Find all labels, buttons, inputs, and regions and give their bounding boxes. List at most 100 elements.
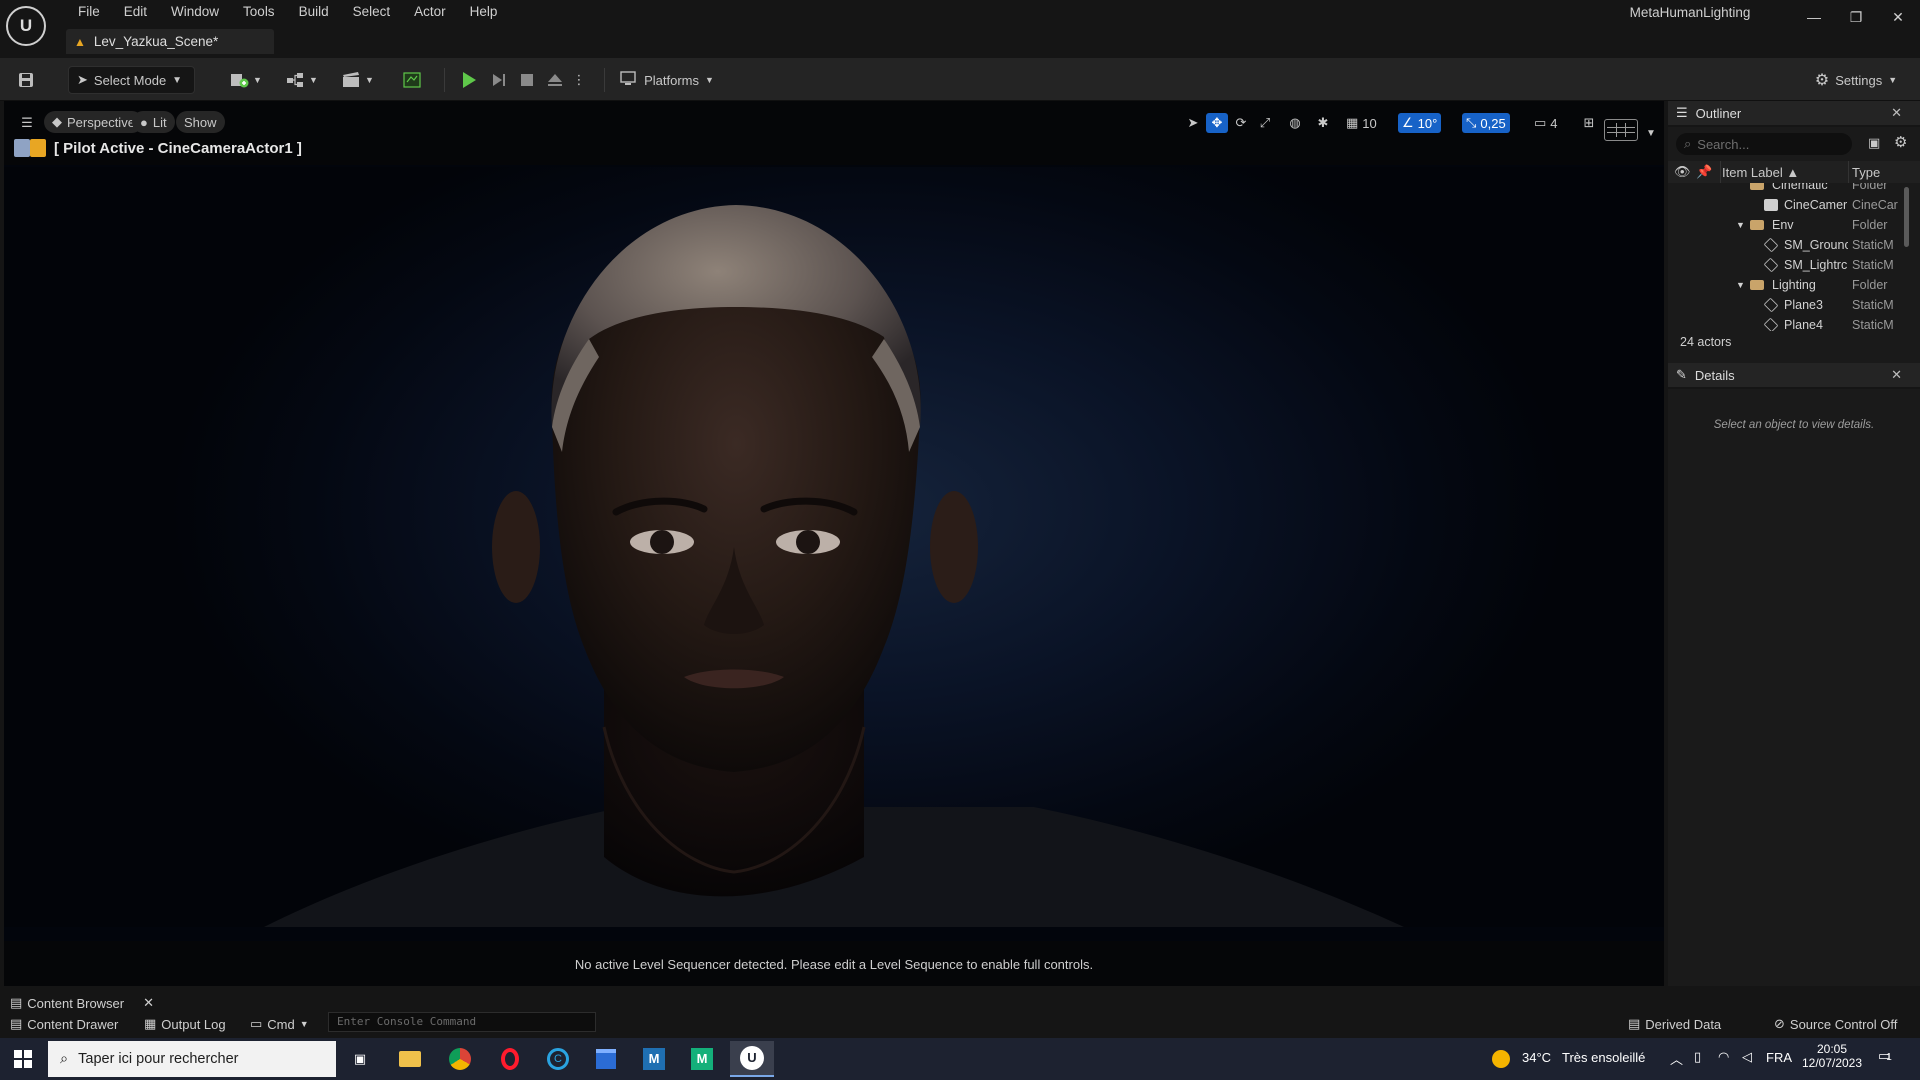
taskbar-search-input[interactable]: ⌕ Taper ici pour rechercher [48, 1041, 336, 1077]
tree-row[interactable]: ▼ Env Folder [1668, 215, 1920, 235]
show-dropdown[interactable]: Show [176, 111, 225, 133]
viewport-options-menu-icon[interactable]: ☰ [16, 113, 38, 133]
viewport-render[interactable] [4, 167, 1664, 927]
select-mode-label: Select Mode [93, 72, 167, 88]
outliner-search-input[interactable]: ⌕ Search... [1676, 133, 1852, 155]
output-log-button[interactable]: ▦ Output Log [144, 1016, 226, 1032]
menu-actor[interactable]: Actor [402, 2, 458, 22]
grid-snap-toggle[interactable]: ▦ 10 [1342, 113, 1381, 133]
unreal-logo[interactable]: U [6, 6, 46, 46]
file-explorer-icon[interactable] [388, 1041, 432, 1077]
right-panel: ☰ Outliner ✕ ⌕ Search... ▣ ⚙ 👁 📌 Item La… [1668, 101, 1920, 986]
rotate-tool-icon[interactable]: ⟳ [1230, 113, 1252, 133]
camera-speed-button[interactable]: ▭ 4 [1530, 113, 1562, 133]
ccleaner-icon[interactable]: C [536, 1041, 580, 1077]
content-browser-tab[interactable]: ▤ Content Browser ✕ [10, 995, 154, 1011]
settings-dropdown[interactable]: ⚙ Settings ▼ [1808, 66, 1904, 94]
chevron-down-icon[interactable]: ▼ [1640, 123, 1662, 143]
close-icon[interactable]: ✕ [143, 995, 154, 1011]
level-viewport[interactable]: ☰ ◆ Perspective ● Lit Show ➤ ✥ ⟳ ⤢ ◍ ✱ ▦… [4, 101, 1664, 986]
unreal-engine-taskbar-icon[interactable]: U [730, 1041, 774, 1077]
surface-snap-icon[interactable]: ✱ [1312, 113, 1334, 133]
app-window-icon[interactable] [584, 1041, 628, 1077]
minimize-button[interactable]: — [1800, 6, 1828, 28]
weather-temp[interactable]: 34°C [1522, 1050, 1551, 1065]
col-type[interactable]: Type [1852, 165, 1880, 180]
expand-arrow-icon[interactable]: ▼ [1736, 220, 1745, 230]
battery-icon[interactable]: ▯ [1694, 1049, 1701, 1065]
translate-tool-icon[interactable]: ✥ [1206, 113, 1228, 133]
select-tool-icon[interactable]: ➤ [1182, 113, 1204, 133]
menu-window[interactable]: Window [159, 2, 231, 22]
menu-edit[interactable]: Edit [112, 2, 159, 22]
console-command-input[interactable]: Enter Console Command [328, 1012, 596, 1032]
add-folder-icon[interactable]: ▣ [1868, 135, 1880, 151]
tree-row[interactable]: SM_Lightrc StaticM [1668, 255, 1920, 275]
eject-button[interactable] [542, 66, 568, 94]
windows-start-icon[interactable] [0, 1041, 46, 1077]
close-window-button[interactable]: ✕ [1884, 6, 1912, 28]
restore-button[interactable]: ❐ [1842, 6, 1870, 28]
col-item-label[interactable]: Item Label ▲ [1722, 165, 1799, 180]
tree-row[interactable]: ▼ Lighting Folder [1668, 275, 1920, 295]
menu-tools[interactable]: Tools [231, 2, 287, 22]
cmd-dropdown[interactable]: ▭ Cmd ▼ [250, 1016, 309, 1032]
menu-bar: File Edit Window Tools Build Select Acto… [66, 2, 509, 22]
content-drawer-button[interactable]: ▤ Content Drawer [10, 1016, 118, 1032]
menu-build[interactable]: Build [287, 2, 341, 22]
tab-details[interactable]: ✎ Details ✕ [1668, 363, 1920, 389]
volume-icon[interactable]: ◁ [1742, 1049, 1752, 1065]
layout-grid-icon[interactable] [1604, 119, 1638, 141]
tree-row[interactable]: Cinematic Folder [1668, 183, 1920, 195]
tree-row[interactable]: Plane3 StaticM [1668, 295, 1920, 315]
derived-data-button[interactable]: ▤ Derived Data [1628, 1016, 1721, 1032]
level-tab[interactable]: ▲ Lev_Yazkua_Scene* [66, 29, 274, 54]
blueprint-editor-icon[interactable] [398, 66, 426, 94]
menu-file[interactable]: File [66, 2, 112, 22]
perspective-dropdown[interactable]: ◆ Perspective [44, 111, 143, 133]
language-indicator[interactable]: FRA [1766, 1050, 1792, 1065]
angle-snap-toggle[interactable]: ∠ 10° [1398, 113, 1442, 133]
eject-pilot-icon[interactable] [30, 139, 46, 157]
tree-row[interactable]: CineCamer CineCar [1668, 195, 1920, 215]
task-view-icon[interactable]: ▣ [338, 1041, 382, 1077]
opera-icon[interactable] [488, 1041, 532, 1077]
play-options-kebab-icon[interactable]: ⋮ [570, 66, 588, 94]
notification-icon[interactable]: ▭1 [1878, 1048, 1892, 1064]
tray-chevron-up-icon[interactable]: ︿ [1670, 1049, 1683, 1068]
cinematics-button[interactable]: ▼ [338, 66, 378, 94]
maximize-viewport-icon[interactable]: ⊞ [1578, 113, 1600, 133]
chrome-icon[interactable] [438, 1041, 482, 1077]
close-icon[interactable]: ✕ [1891, 105, 1902, 121]
gear-icon[interactable]: ⚙ [1894, 133, 1907, 151]
platforms-dropdown[interactable]: Platforms ▼ [618, 66, 716, 94]
menu-help[interactable]: Help [458, 2, 510, 22]
metahuman-app-icon[interactable]: M [632, 1041, 676, 1077]
select-mode-dropdown[interactable]: ➤ Select Mode ▼ [68, 66, 195, 94]
eye-icon[interactable]: 👁 [1674, 164, 1691, 180]
scale-snap-toggle[interactable]: ⤡ 0,25 [1462, 113, 1510, 133]
play-button[interactable] [456, 66, 482, 94]
view-mode-dropdown[interactable]: ● Lit [132, 111, 175, 133]
scale-tool-icon[interactable]: ⤢ [1254, 113, 1276, 133]
tab-outliner[interactable]: ☰ Outliner ✕ [1668, 101, 1920, 127]
tree-row[interactable]: Plane4 StaticM [1668, 315, 1920, 331]
outliner-scrollbar[interactable] [1904, 187, 1909, 247]
menu-select[interactable]: Select [341, 2, 403, 22]
add-actor-button[interactable]: ▼ [226, 66, 266, 94]
expand-arrow-icon[interactable]: ▼ [1736, 280, 1745, 290]
weather-icon[interactable] [1492, 1050, 1510, 1071]
stop-button[interactable] [514, 66, 540, 94]
tree-row[interactable]: SM_Grounc StaticM [1668, 235, 1920, 255]
blueprint-button[interactable]: ▼ [282, 66, 322, 94]
metahuman-creator-icon[interactable]: M [680, 1041, 724, 1077]
save-icon[interactable] [12, 66, 40, 94]
weather-desc[interactable]: Très ensoleillé [1562, 1050, 1645, 1065]
clock[interactable]: 20:05 12/07/2023 [1800, 1042, 1864, 1070]
wifi-icon[interactable]: ◠ [1718, 1049, 1729, 1065]
close-icon[interactable]: ✕ [1891, 367, 1902, 383]
world-space-icon[interactable]: ◍ [1284, 113, 1306, 133]
pin-icon[interactable]: 📌 [1696, 164, 1712, 180]
source-control-button[interactable]: ⊘ Source Control Off [1774, 1016, 1897, 1032]
step-frame-button[interactable] [486, 66, 512, 94]
